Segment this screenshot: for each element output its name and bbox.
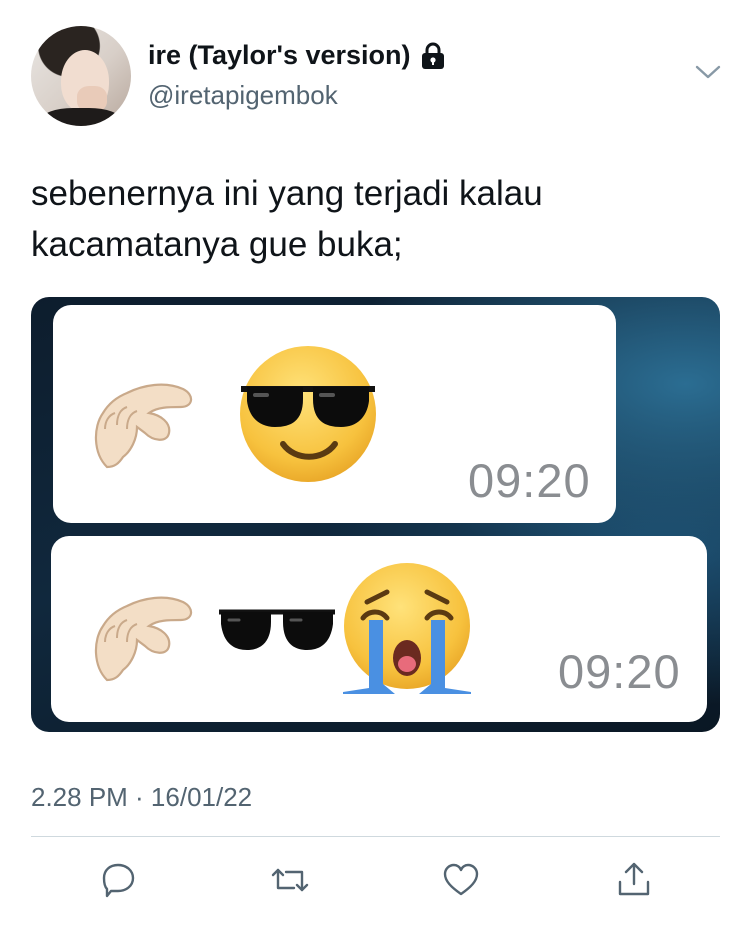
- share-icon[interactable]: [614, 860, 654, 900]
- message-time: 09:20: [468, 454, 591, 507]
- tweet-text: sebenernya ini yang terjadi kalau kacama…: [31, 174, 543, 264]
- chat-bubble: 09:20: [51, 536, 707, 722]
- tweet-timestamp[interactable]: 2.28 PM · 16/01/22: [31, 782, 252, 813]
- avatar-shirt: [41, 108, 121, 126]
- retweet-icon[interactable]: [270, 860, 310, 900]
- author-name-row[interactable]: ire (Taylor's version): [148, 40, 446, 71]
- lock-icon: [421, 42, 444, 69]
- tweet-image[interactable]: 09:20 09:20: [31, 297, 720, 732]
- loudly-crying-face-icon: [343, 563, 471, 694]
- divider: [31, 836, 720, 837]
- author-display-name[interactable]: ire (Taylor's version): [148, 40, 411, 71]
- author-handle[interactable]: @iretapigembok: [148, 80, 338, 111]
- pinching-hand-icon: [94, 383, 193, 469]
- chat-bubble: 09:20: [53, 305, 616, 523]
- smiling-face-with-sunglasses-icon: [240, 346, 376, 482]
- message-time: 09:20: [558, 645, 681, 698]
- sunglasses-icon: [219, 609, 335, 650]
- pinching-hand-icon: [94, 596, 193, 682]
- avatar[interactable]: [31, 26, 131, 126]
- reply-icon[interactable]: [98, 860, 138, 900]
- chevron-down-icon[interactable]: [694, 62, 722, 82]
- like-icon[interactable]: [441, 860, 481, 900]
